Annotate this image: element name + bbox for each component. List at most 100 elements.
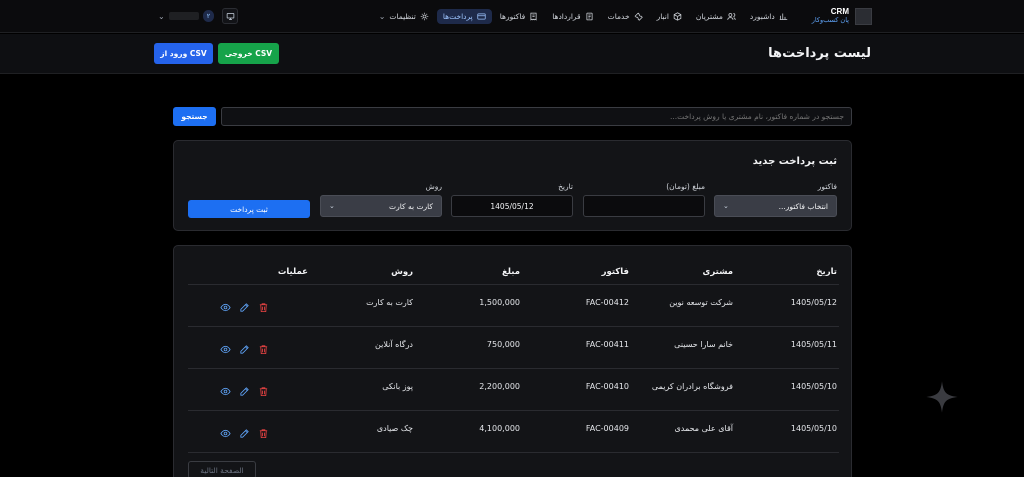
cell-invoice: FAC-00411 [585, 340, 629, 349]
search-button[interactable]: جستجو [173, 107, 216, 126]
edit-icon [240, 345, 249, 354]
card-icon [477, 13, 486, 19]
row-actions [220, 424, 269, 443]
cell-invoice: FAC-00412 [585, 298, 629, 307]
chevron-down-icon: ⌄ [378, 11, 386, 21]
form-title: ثبت پرداخت جدید [752, 156, 837, 167]
divider [188, 410, 839, 411]
users-icon [727, 12, 736, 20]
cell-method: کارت به کارت [366, 298, 413, 307]
edit-button[interactable] [239, 298, 250, 317]
edit-icon [240, 387, 249, 396]
method-select[interactable]: کارت به کارت ⌄ [320, 195, 442, 217]
divider [188, 284, 839, 285]
payments-table-card: تاریخ مشتری فاکتور مبلغ روش عملیات 1405/… [173, 245, 852, 477]
top-navbar: CRM پان کسب‌وکار داشبورد مشتریان انبار خ… [0, 0, 1024, 33]
edit-button[interactable] [239, 424, 250, 443]
edit-icon [240, 429, 249, 438]
view-button[interactable] [220, 424, 231, 443]
export-csv-button[interactable]: خروجی CSV [218, 43, 279, 64]
trash-icon [259, 429, 268, 439]
search-input[interactable] [221, 107, 852, 126]
cell-date: 1405/05/11 [790, 340, 837, 349]
cell-date: 1405/05/12 [790, 298, 837, 307]
method-label: روش [425, 182, 442, 191]
nav-item-invoices[interactable]: فاکتورها [494, 9, 544, 24]
edit-icon [240, 303, 249, 312]
trash-icon [259, 303, 268, 313]
nav-tools: ⌄ ۲ [158, 8, 239, 24]
monitor-button[interactable] [222, 8, 239, 24]
edit-button[interactable] [239, 382, 250, 401]
trash-icon [259, 387, 268, 397]
cell-method: پوز بانکی [382, 382, 413, 391]
amount-input[interactable] [583, 195, 705, 217]
invoice-select[interactable]: انتخاب فاکتور... ⌄ [714, 195, 837, 217]
cell-date: 1405/05/10 [790, 424, 837, 433]
invoice-label: فاکتور [817, 182, 837, 191]
brand[interactable]: CRM پان کسب‌وکار [811, 7, 872, 25]
col-header-operations: عملیات [277, 267, 308, 277]
date-input[interactable]: 1405/05/12 [451, 195, 573, 217]
delete-button[interactable] [258, 298, 269, 317]
cell-method: درگاه آنلاین [375, 340, 413, 349]
monitor-icon [226, 12, 234, 20]
nav-item-inventory[interactable]: انبار [651, 9, 688, 24]
eye-icon [220, 429, 231, 438]
cell-invoice: FAC-00410 [585, 382, 629, 391]
user-badge: ۲ [202, 10, 215, 22]
col-header-date: تاریخ [816, 267, 837, 277]
trash-icon [259, 345, 268, 355]
next-page-button[interactable]: الصفحة التالية [188, 461, 256, 477]
contract-icon [586, 12, 593, 20]
col-header-invoice: فاکتور [601, 267, 629, 277]
eye-icon [220, 387, 231, 396]
edit-button[interactable] [239, 340, 250, 359]
amount-label: مبلغ (تومان) [666, 182, 705, 191]
import-csv-button[interactable]: ورود از CSV [154, 43, 213, 64]
delete-button[interactable] [258, 382, 269, 401]
user-menu[interactable]: ⌄ ۲ [158, 10, 215, 22]
box-icon [673, 11, 682, 21]
divider [188, 326, 839, 327]
user-name-redacted [168, 12, 199, 20]
wrench-icon [634, 12, 643, 21]
brand-subtitle: پان کسب‌وکار [811, 15, 849, 24]
invoice-icon [530, 12, 537, 21]
sparkle-icon [926, 381, 958, 413]
eye-icon [220, 303, 231, 312]
cell-customer: شرکت توسعه نوین [669, 298, 733, 307]
cell-amount: 4,100,000 [479, 424, 520, 433]
nav-menu: داشبورد مشتریان انبار خدمات قراردادها فا… [238, 8, 794, 24]
row-actions [220, 340, 269, 359]
cell-amount: 750,000 [486, 340, 520, 349]
col-header-amount: مبلغ [501, 267, 520, 277]
cell-customer: خانم سارا حسینی [674, 340, 733, 349]
nav-item-customers[interactable]: مشتریان [690, 9, 742, 24]
nav-item-payments[interactable]: پرداخت‌ها [436, 8, 492, 24]
chevron-down-icon: ⌄ [723, 202, 729, 210]
eye-icon [220, 345, 231, 354]
divider [188, 452, 839, 453]
brand-logo [855, 7, 872, 25]
cell-invoice: FAC-00409 [585, 424, 629, 433]
nav-item-contracts[interactable]: قراردادها [546, 9, 599, 24]
cell-date: 1405/05/10 [790, 382, 837, 391]
cell-customer: آقای علی محمدی [674, 424, 733, 433]
new-payment-card: ثبت پرداخت جدید فاکتور انتخاب فاکتور... … [173, 140, 852, 231]
nav-item-services[interactable]: خدمات [602, 9, 649, 24]
view-button[interactable] [220, 298, 231, 317]
delete-button[interactable] [258, 340, 269, 359]
delete-button[interactable] [258, 424, 269, 443]
submit-payment-button[interactable]: ثبت پرداخت [188, 200, 310, 218]
page-title: لیست پرداخت‌ها [768, 46, 871, 61]
row-actions [220, 382, 269, 401]
cell-customer: فروشگاه برادران کریمی [651, 382, 733, 391]
chevron-down-icon: ⌄ [329, 202, 335, 210]
nav-item-dashboard[interactable]: داشبورد [744, 9, 794, 24]
nav-item-settings[interactable]: تنظیمات ⌄ [373, 9, 435, 24]
view-button[interactable] [220, 340, 231, 359]
cell-method: چک صیادی [376, 424, 413, 433]
cell-amount: 2,200,000 [479, 382, 520, 391]
view-button[interactable] [220, 382, 231, 401]
